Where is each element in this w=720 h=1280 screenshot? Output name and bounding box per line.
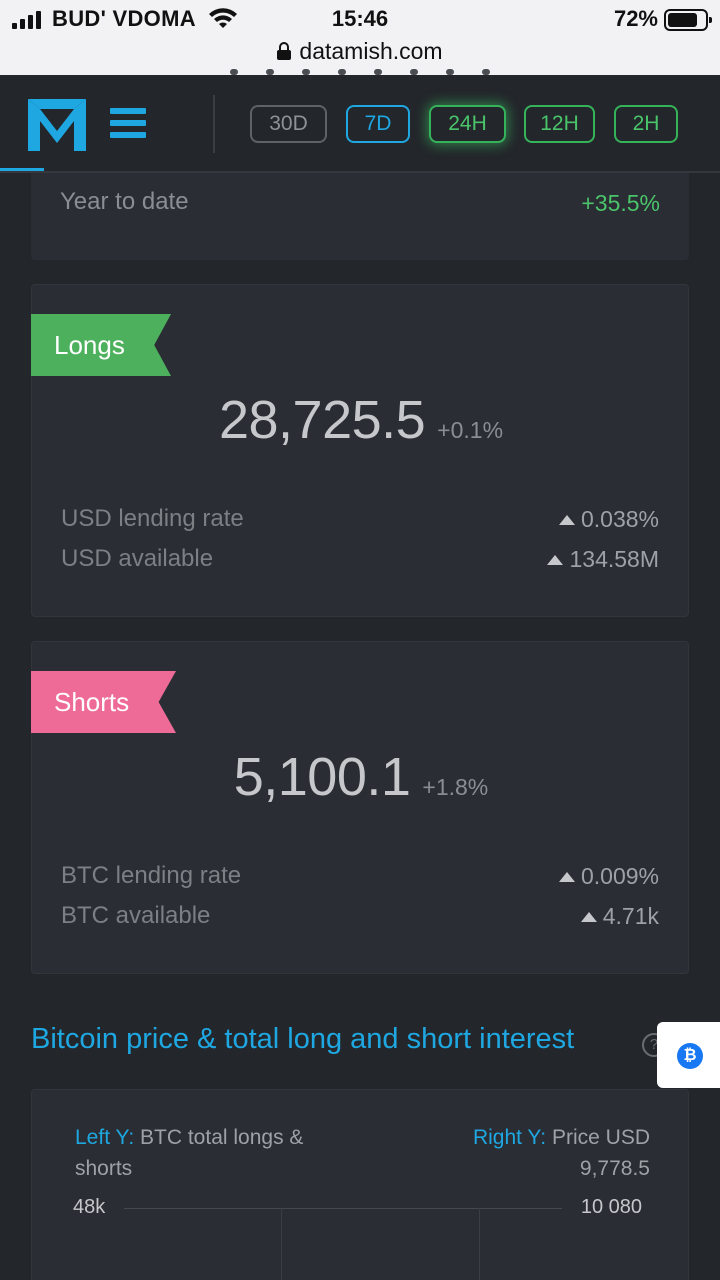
shorts-value: 5,100.1 (233, 747, 411, 807)
stat-label: USD lending rate (61, 505, 244, 532)
url-text: datamish.com (299, 38, 443, 64)
period-button-30d[interactable]: 30D (250, 105, 327, 143)
chart-title: Bitcoin price & total long and short int… (31, 1023, 575, 1055)
ios-status-bar: BUD' VDOMA 15:46 72% datamish.com (0, 0, 720, 75)
longs-card: Longs 28,725.5 +0.1% USD lending rate 0.0… (31, 284, 689, 617)
stat-label: USD available (61, 545, 214, 572)
gridline-vertical (479, 1208, 480, 1280)
battery-percent: 72% (613, 6, 658, 31)
right-axis-tick: 10 080 (580, 1196, 642, 1218)
bitcoin-icon: ₿ (677, 1043, 703, 1069)
stat-value: 134.58M (547, 546, 659, 573)
ytd-value: +35.5% (581, 190, 660, 216)
stat-row-usd-lending-rate: USD lending rate 0.038% (61, 505, 659, 539)
left-axis-key: Left Y: (75, 1126, 135, 1149)
longs-total: 28,725.5 +0.1% (32, 389, 690, 451)
period-button-2h[interactable]: 2H (614, 105, 678, 143)
stat-label: BTC lending rate (61, 862, 242, 889)
chart-card: Left Y: BTC total longs & shorts Right Y… (31, 1089, 689, 1280)
shorts-tag: Shorts (31, 671, 176, 733)
active-indicator (0, 168, 44, 171)
triangle-up-icon (547, 555, 564, 565)
triangle-up-icon (558, 515, 575, 525)
longs-value: 28,725.5 (218, 390, 426, 450)
right-axis-text: Price USD (551, 1126, 650, 1149)
lock-icon (277, 42, 292, 60)
stat-row-btc-lending-rate: BTC lending rate 0.009% (61, 862, 659, 896)
triangle-up-icon (580, 912, 597, 922)
period-button-12h[interactable]: 12H (524, 105, 595, 143)
right-axis-caption: Right Y: Price USD 9,778.5 (390, 1122, 650, 1184)
clock: 15:46 (331, 6, 389, 31)
battery-icon (664, 9, 712, 31)
triangle-up-icon (558, 872, 575, 882)
right-axis-key: Right Y: (472, 1126, 547, 1149)
shorts-total: 5,100.1 +1.8% (32, 746, 690, 808)
gridline-vertical (281, 1208, 282, 1280)
shorts-change: +1.8% (422, 774, 489, 800)
bitcoin-widget-button[interactable]: ₿ (657, 1022, 720, 1088)
app-header: 30D 7D 24H 12H 2H (0, 69, 720, 173)
stat-value: 4.71k (580, 903, 659, 930)
hamburger-menu-icon[interactable] (110, 108, 146, 138)
stat-label: BTC available (61, 902, 211, 929)
left-axis-tick: 48k (73, 1196, 106, 1218)
stat-value: 0.009% (558, 863, 659, 890)
scrolled-content-remnant (230, 69, 490, 75)
datamish-logo-icon[interactable] (28, 97, 86, 151)
longs-change: +0.1% (437, 417, 504, 443)
header-divider (213, 95, 215, 153)
period-button-24h[interactable]: 24H (429, 105, 506, 143)
ytd-card: Year to date +35.5% (31, 173, 689, 260)
longs-tag: Longs (31, 314, 171, 376)
stat-value: 0.038% (558, 506, 659, 533)
shorts-card: Shorts 5,100.1 +1.8% BTC lending rate 0.0… (31, 641, 689, 974)
current-price: 9,778.5 (579, 1157, 650, 1180)
stat-row-btc-available: BTC available 4.71k (61, 902, 659, 936)
left-axis-caption: Left Y: BTC total longs & shorts (75, 1122, 365, 1184)
period-button-7d[interactable]: 7D (346, 105, 410, 143)
address-bar[interactable]: datamish.com (0, 38, 720, 65)
stat-row-usd-available: USD available 134.58M (61, 545, 659, 579)
ytd-label: Year to date (60, 188, 189, 215)
gridline (124, 1208, 562, 1209)
